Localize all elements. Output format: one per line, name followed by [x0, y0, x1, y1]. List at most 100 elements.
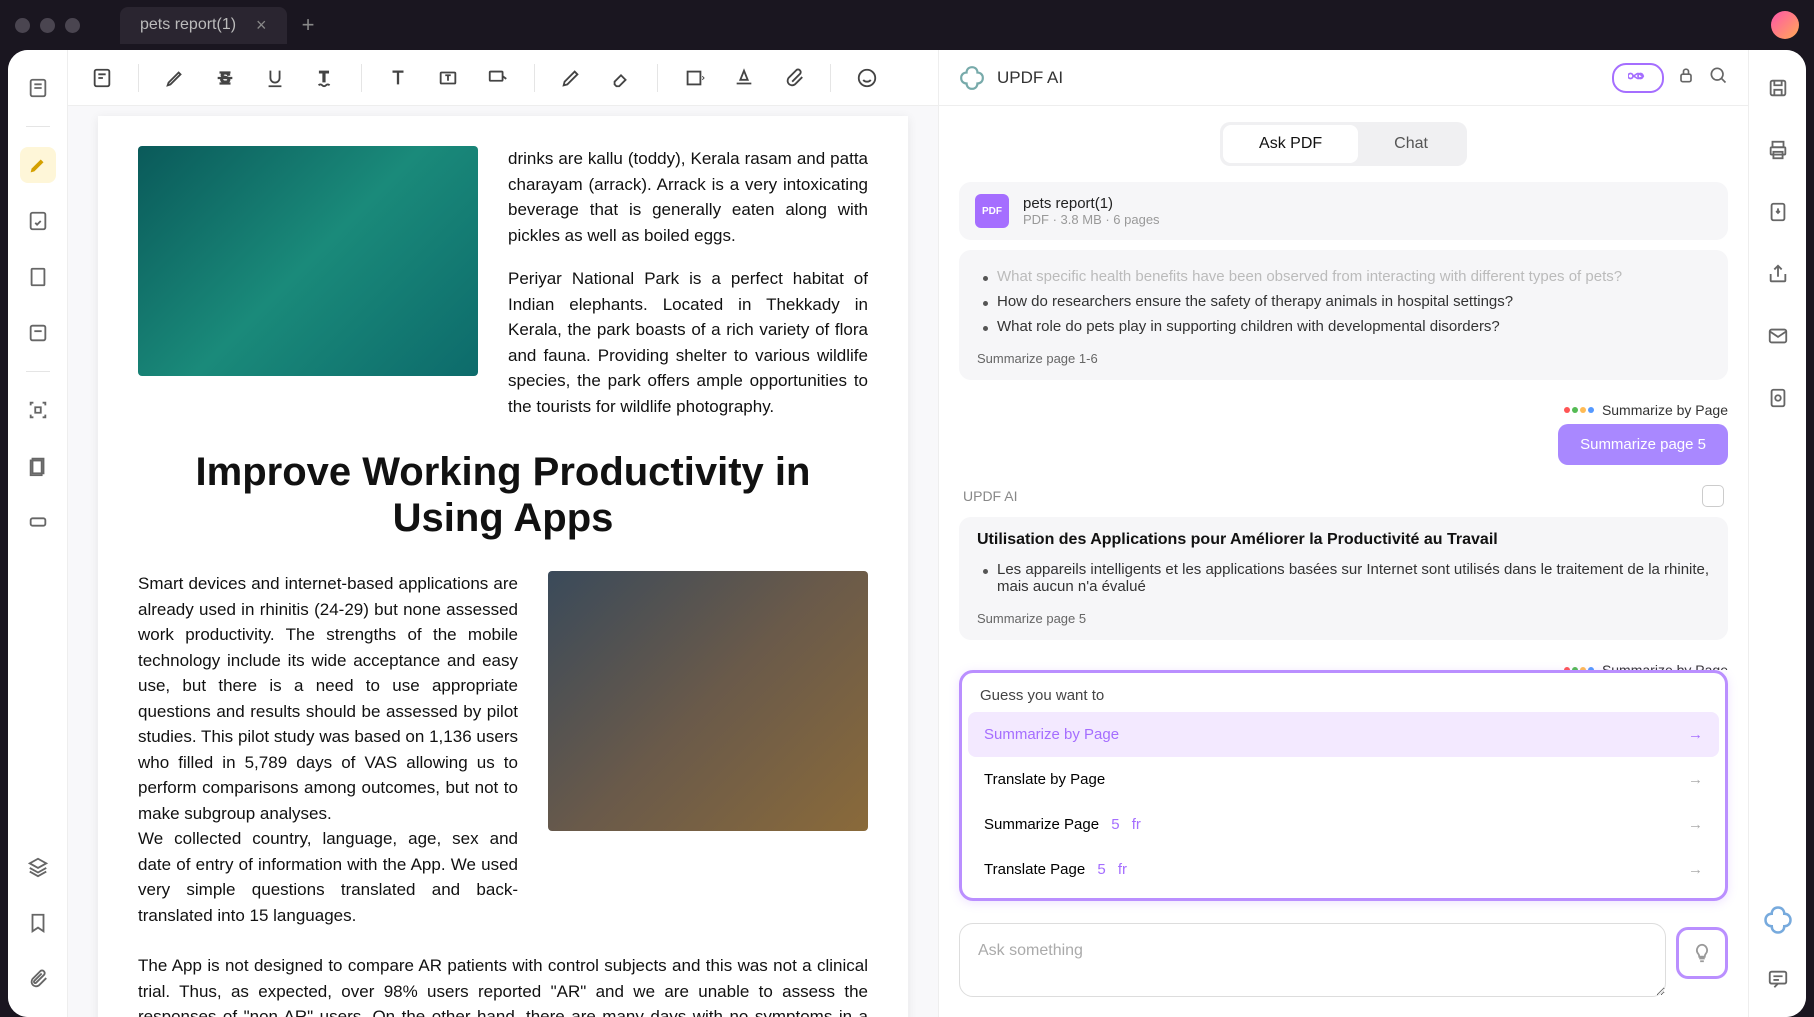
comment-icon[interactable] [1760, 961, 1796, 997]
page-tool-icon[interactable] [20, 259, 56, 295]
stamp-icon[interactable] [730, 64, 758, 92]
attach-icon[interactable] [780, 64, 808, 92]
suggestion-summarize-page[interactable]: Summarize Page 5 fr → [968, 802, 1719, 847]
underline-icon[interactable] [261, 64, 289, 92]
strikethrough-icon[interactable]: S [211, 64, 239, 92]
svg-text:T: T [320, 69, 329, 85]
pencil-icon[interactable] [557, 64, 585, 92]
svg-text:S: S [220, 70, 230, 86]
minimize-window-icon[interactable] [40, 18, 55, 33]
squiggly-icon[interactable]: T [311, 64, 339, 92]
chat-input[interactable] [959, 923, 1666, 997]
close-window-icon[interactable] [15, 18, 30, 33]
ai-tab-group: Ask PDF Chat [939, 106, 1748, 182]
callout-icon[interactable] [484, 64, 512, 92]
response-source: UPDF AI [963, 488, 1017, 504]
lock-icon[interactable] [1676, 65, 1696, 90]
eraser-icon[interactable] [607, 64, 635, 92]
layers-icon[interactable] [20, 849, 56, 885]
card-footer: Summarize page 5 [977, 611, 1710, 626]
question-item[interactable]: What specific health benefits have been … [997, 264, 1710, 289]
signature-icon[interactable] [853, 64, 881, 92]
file-card: PDF pets report(1) PDF · 3.8 MB · 6 page… [959, 182, 1728, 240]
divider [830, 64, 831, 92]
export-icon[interactable] [1760, 194, 1796, 230]
divider [26, 126, 50, 127]
arrow-icon: → [1688, 816, 1703, 833]
tab-title: pets report(1) [140, 16, 236, 34]
shape-icon[interactable] [680, 64, 708, 92]
tab-close-icon[interactable]: × [256, 15, 267, 36]
textbox-icon[interactable] [434, 64, 462, 92]
chat-input-area [959, 923, 1728, 997]
ai-title: UPDF AI [997, 68, 1600, 88]
user-avatar[interactable] [1771, 11, 1799, 39]
search-icon[interactable] [1708, 65, 1728, 90]
annotation-toolbar: S T [68, 50, 938, 106]
redact-tool-icon[interactable] [20, 504, 56, 540]
updf-ai-mini-icon[interactable] [1763, 905, 1793, 935]
copy-icon[interactable] [1702, 485, 1724, 507]
divider [361, 64, 362, 92]
right-sidebar [1748, 50, 1806, 1017]
highlight-tool-icon[interactable] [20, 147, 56, 183]
response-title: Utilisation des Applications pour Amélio… [977, 531, 1710, 549]
note-icon[interactable] [88, 64, 116, 92]
question-item[interactable]: How do researchers ensure the safety of … [997, 289, 1710, 314]
tab-add-button[interactable]: + [302, 12, 315, 38]
suggestions: Guess you want to Summarize by Page → Tr… [959, 670, 1728, 901]
summarize-page-5-button[interactable]: Summarize page 5 [1558, 424, 1728, 465]
suggestion-summarize-by-page[interactable]: Summarize by Page → [968, 712, 1719, 757]
doc-paragraph: We collected country, language, age, sex… [138, 826, 518, 928]
tab-active[interactable]: pets report(1) × [120, 7, 287, 44]
form-tool-icon[interactable] [20, 315, 56, 351]
divider [534, 64, 535, 92]
doc-paragraph: drinks are kallu (toddy), Kerala rasam a… [508, 146, 868, 248]
print-icon[interactable] [1760, 132, 1796, 168]
kerala-image [138, 146, 478, 376]
edit-tool-icon[interactable] [20, 203, 56, 239]
crop-tool-icon[interactable] [20, 448, 56, 484]
doc-paragraph: The App is not designed to compare AR pa… [138, 953, 868, 1017]
question-item[interactable]: What role do pets play in supporting chi… [997, 314, 1710, 339]
response-header: UPDF AI [959, 481, 1728, 517]
pdf-viewer[interactable]: drinks are kallu (toddy), Kerala rasam a… [68, 106, 938, 1017]
arrow-icon: → [1688, 861, 1703, 878]
maximize-window-icon[interactable] [65, 18, 80, 33]
doc-heading: Improve Working Productivity in Using Ap… [138, 449, 868, 541]
ocr-tool-icon[interactable] [20, 392, 56, 428]
suggestion-translate-page[interactable]: Translate Page 5 fr → [968, 847, 1719, 892]
save-icon[interactable] [1760, 70, 1796, 106]
titlebar: pets report(1) × + [0, 0, 1814, 50]
suggestions-header: Guess you want to [968, 679, 1719, 712]
window-controls [15, 18, 80, 33]
reader-mode-icon[interactable] [20, 70, 56, 106]
bookmark-icon[interactable] [20, 905, 56, 941]
tab-ask-pdf[interactable]: Ask PDF [1223, 125, 1358, 163]
divider [26, 371, 50, 372]
doc-paragraph: Periyar National Park is a perfect habit… [508, 266, 868, 419]
batch-icon[interactable] [1760, 380, 1796, 416]
updf-ai-logo-icon [959, 65, 985, 91]
doc-paragraph: Smart devices and internet-based applica… [138, 571, 518, 826]
divider [657, 64, 658, 92]
left-sidebar [8, 50, 68, 1017]
hint-button[interactable] [1676, 927, 1728, 979]
ai-header: UPDF AI [939, 50, 1748, 106]
highlighter-icon[interactable] [161, 64, 189, 92]
ai-chat-body: PDF pets report(1) PDF · 3.8 MB · 6 page… [939, 182, 1748, 670]
infinity-badge[interactable] [1612, 63, 1664, 93]
response-card: Utilisation des Applications pour Amélio… [959, 517, 1728, 640]
response-bullet: Les appareils intelligents et les applic… [997, 557, 1710, 599]
suggestion-translate-by-page[interactable]: Translate by Page → [968, 757, 1719, 802]
summarize-by-page-label: Summarize by Page [959, 656, 1728, 670]
text-icon[interactable] [384, 64, 412, 92]
email-icon[interactable] [1760, 318, 1796, 354]
attachment-icon[interactable] [20, 961, 56, 997]
file-name: pets report(1) [1023, 195, 1160, 212]
share-icon[interactable] [1760, 256, 1796, 292]
tab-chat[interactable]: Chat [1358, 125, 1464, 163]
divider [138, 64, 139, 92]
questions-card: What specific health benefits have been … [959, 250, 1728, 380]
pdf-page: drinks are kallu (toddy), Kerala rasam a… [98, 116, 908, 1017]
